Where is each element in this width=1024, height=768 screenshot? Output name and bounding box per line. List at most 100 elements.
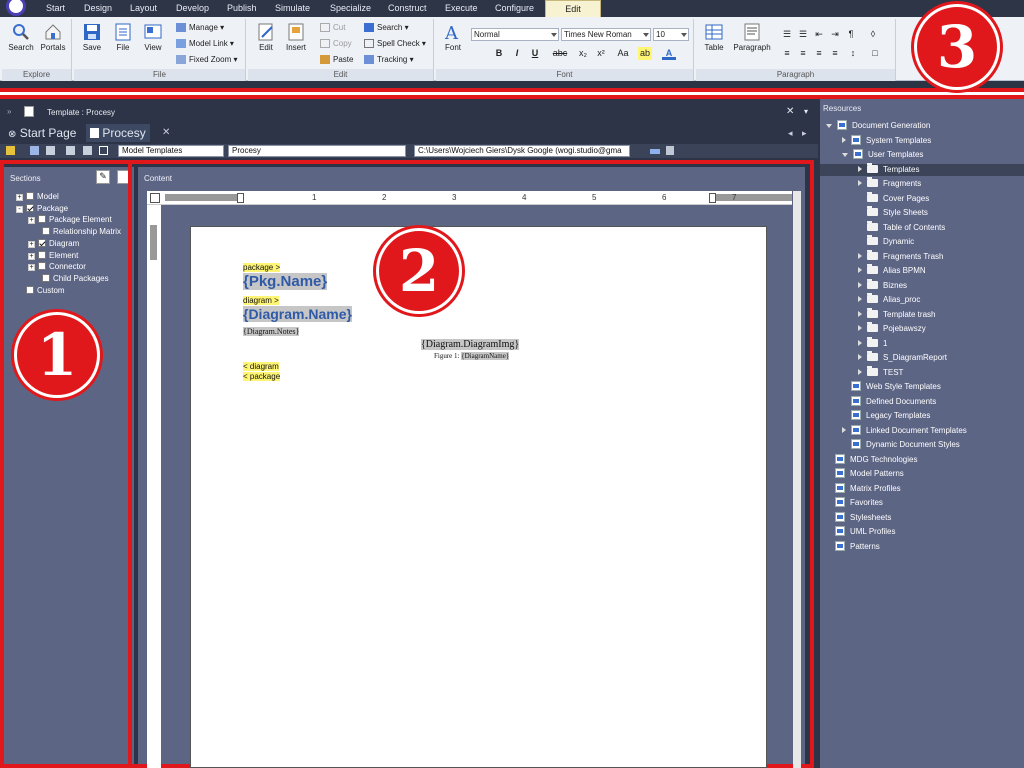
document-page[interactable]: package > {Pkg.Name} diagram > {Diagram.… — [190, 226, 767, 768]
resource-item[interactable]: TEST — [820, 365, 1024, 379]
font-color-icon[interactable]: A — [662, 47, 676, 60]
line-spacing-icon[interactable]: ↕ — [846, 47, 860, 60]
search-text-button[interactable]: Search ▾ — [364, 23, 409, 33]
resource-item[interactable]: 1 — [820, 336, 1024, 350]
expand-arrow-icon[interactable] — [858, 165, 862, 172]
menu-tab-execute[interactable]: Execute — [445, 3, 478, 13]
template-name-select[interactable]: Procesy — [228, 145, 406, 157]
menu-tab-configure[interactable]: Configure — [495, 3, 534, 13]
numbering-icon[interactable]: ☰ — [796, 28, 810, 41]
paragraph-button[interactable]: Paragraph — [732, 22, 772, 52]
diagram-image-field[interactable]: {Diagram.DiagramImg} — [421, 339, 520, 350]
menu-tab-design[interactable]: Design — [84, 3, 112, 13]
resource-item[interactable]: Model Patterns — [820, 468, 1024, 480]
expand-arrow-icon[interactable] — [858, 281, 862, 288]
diagram-notes-field[interactable]: {Diagram.Notes} — [243, 327, 300, 336]
tab-start-page[interactable]: ⊗ Start Page — [4, 124, 80, 142]
resource-item[interactable]: S_DiagramReport — [820, 351, 1024, 364]
bullets-icon[interactable]: ☰ — [780, 28, 794, 41]
menu-tab-develop[interactable]: Develop — [176, 3, 209, 13]
resource-item[interactable]: Dynamic Document Styles — [820, 439, 1024, 451]
bold-button[interactable]: B — [492, 47, 506, 60]
right-indent-marker-icon[interactable] — [709, 193, 716, 203]
diagram-open-marker[interactable]: diagram > — [243, 296, 279, 305]
diagram-close-marker[interactable]: < diagram — [243, 362, 279, 371]
resource-item[interactable]: Table of Contents — [820, 220, 1024, 234]
view-button[interactable]: View — [140, 22, 166, 52]
output-path-field[interactable]: C:\Users\Wojciech Giers\Dysk Google (wog… — [414, 145, 630, 157]
scroll-right-icon[interactable]: ▸ — [802, 128, 807, 139]
expand-arrow-icon[interactable] — [858, 354, 862, 360]
resource-item[interactable]: User Templates — [820, 149, 1024, 161]
expand-arrow-icon[interactable] — [858, 310, 862, 317]
edit-button[interactable]: Edit — [254, 22, 278, 52]
resource-item[interactable]: Alias BPMN — [820, 264, 1024, 277]
print-icon[interactable] — [666, 146, 674, 155]
package-open-marker[interactable]: package > — [243, 263, 281, 272]
expand-icon[interactable]: » — [7, 107, 11, 116]
resource-item[interactable]: Pojebawszy — [820, 322, 1024, 335]
indent-marker-icon[interactable] — [237, 193, 244, 203]
menu-tab-specialize[interactable]: Specialize — [330, 3, 371, 13]
subscript-button[interactable]: x₂ — [576, 47, 590, 60]
resource-item[interactable]: Favorites — [820, 497, 1024, 509]
diagram-name-field[interactable]: {Diagram.Name} — [243, 306, 352, 322]
resource-item[interactable]: Linked Document Templates — [820, 424, 1024, 437]
properties-icon[interactable] — [66, 146, 75, 155]
save-template-icon[interactable] — [30, 146, 39, 155]
file-button[interactable]: File — [110, 22, 136, 52]
layout-icon[interactable] — [99, 146, 108, 155]
resource-item[interactable]: UML Profiles — [820, 526, 1024, 538]
menu-tab-construct[interactable]: Construct — [388, 3, 427, 13]
expand-arrow-icon[interactable] — [858, 252, 862, 259]
expand-arrow-icon[interactable] — [842, 153, 848, 157]
justify-icon[interactable]: ≡ — [828, 47, 842, 60]
resource-item[interactable]: Style Sheets — [820, 206, 1024, 219]
package-close-marker[interactable]: < package — [243, 372, 281, 381]
close-icon[interactable]: ✕ — [786, 106, 794, 117]
highlight-color-icon[interactable]: ab — [638, 47, 652, 60]
insert-button[interactable]: Insert — [282, 22, 310, 52]
resource-item[interactable]: System Templates — [820, 134, 1024, 147]
resource-item[interactable]: Stylesheets — [820, 511, 1024, 524]
menu-tab-publish[interactable]: Publish — [227, 3, 257, 13]
resource-item[interactable]: Fragments Trash — [820, 249, 1024, 263]
preview-icon[interactable] — [83, 146, 92, 155]
align-left-icon[interactable]: ≡ — [780, 47, 794, 60]
model-link-button[interactable]: Model Link ▾ — [176, 39, 234, 49]
increase-indent-icon[interactable]: ⇥ — [828, 28, 842, 41]
close-tab-icon[interactable]: ✕ — [162, 127, 170, 138]
resource-item[interactable]: Templates — [820, 162, 1024, 176]
resource-item[interactable]: Patterns — [820, 540, 1024, 553]
menu-tab-layout[interactable]: Layout — [130, 3, 157, 13]
resource-item[interactable]: Document Generation — [820, 120, 1024, 132]
tab-procesy[interactable]: Procesy — [86, 124, 150, 142]
menu-tab-start[interactable]: Start — [46, 3, 65, 13]
superscript-button[interactable]: x² — [594, 47, 608, 60]
align-center-icon[interactable]: ≡ — [796, 47, 810, 60]
menu-tab-simulate[interactable]: Simulate — [275, 3, 310, 13]
portals-button[interactable]: Portals — [38, 22, 68, 52]
app-logo-icon[interactable] — [6, 0, 26, 16]
resource-item[interactable]: Defined Documents — [820, 395, 1024, 408]
resource-item[interactable]: MDG Technologies — [820, 453, 1024, 466]
manage-button[interactable]: Manage ▾ — [176, 23, 224, 33]
align-right-icon[interactable]: ≡ — [812, 47, 826, 60]
expand-arrow-icon[interactable] — [858, 296, 862, 302]
content-scrollbar[interactable] — [793, 191, 801, 768]
expand-arrow-icon[interactable] — [826, 124, 832, 128]
underline-button[interactable]: U — [528, 47, 542, 60]
cut-button[interactable]: Cut — [320, 23, 345, 33]
tab-stop-icon[interactable] — [150, 193, 160, 203]
resource-item[interactable]: Template trash — [820, 307, 1024, 321]
save-button[interactable]: Save — [78, 22, 106, 52]
strikethrough-button[interactable]: abc — [550, 47, 570, 60]
expand-arrow-icon[interactable] — [842, 136, 846, 143]
shading-icon[interactable]: ◊ — [866, 28, 880, 41]
paste-button[interactable]: Paste — [320, 55, 353, 65]
expand-arrow-icon[interactable] — [858, 180, 862, 186]
resource-item[interactable]: Fragments — [820, 177, 1024, 190]
font-size-combo[interactable]: 10 — [653, 28, 689, 41]
pilcrow-icon[interactable]: ¶ — [844, 28, 858, 41]
chevron-down-icon[interactable]: ▾ — [804, 107, 808, 116]
